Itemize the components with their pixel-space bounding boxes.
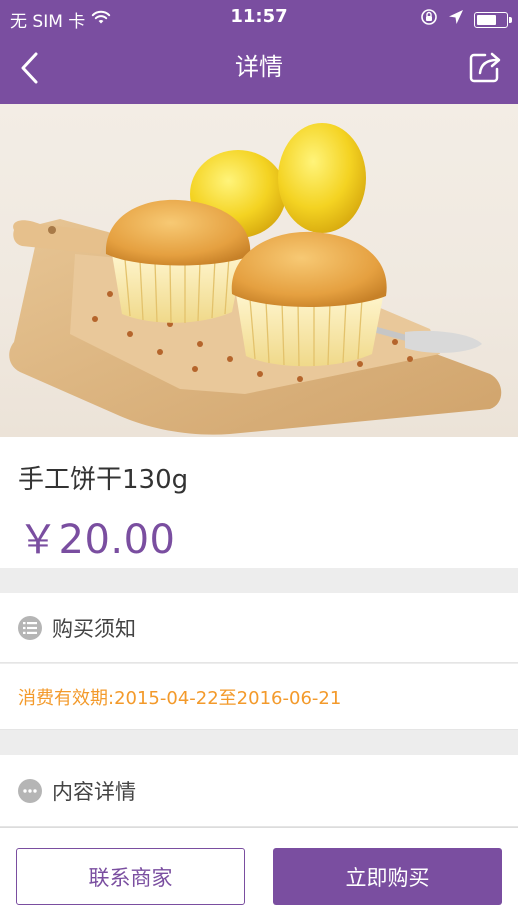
bottom-action-bar: 联系商家 立即购买 — [0, 827, 518, 920]
validity-row: 消费有效期:2015-04-22至2016-06-21 — [0, 664, 518, 730]
battery-icon — [474, 11, 512, 28]
content-details-label: 内容详情 — [52, 779, 136, 804]
product-info: 手工饼干130g ￥20.00 — [0, 437, 518, 568]
rotation-lock-icon — [420, 8, 438, 31]
validity-text: 消费有效期:2015-04-22至2016-06-21 — [18, 684, 341, 710]
list-icon — [18, 615, 42, 640]
status-right — [420, 8, 512, 31]
more-dots-icon — [18, 778, 42, 803]
content-details-header[interactable]: 内容详情 — [0, 755, 518, 827]
product-image — [0, 104, 518, 437]
purchase-notice-header[interactable]: 购买须知 — [0, 593, 518, 663]
page-title: 详情 — [235, 53, 283, 81]
header: 无 SIM 卡 11:57 详情 — [0, 0, 518, 104]
status-bar: 无 SIM 卡 11:57 — [0, 0, 518, 36]
validity-range: 2015-04-22至2016-06-21 — [114, 687, 342, 709]
share-icon — [469, 52, 501, 83]
contact-merchant-button[interactable]: 联系商家 — [16, 848, 245, 905]
location-arrow-icon — [448, 9, 464, 30]
purchase-notice-label: 购买须知 — [52, 616, 136, 641]
share-button[interactable] — [468, 48, 504, 86]
product-name: 手工饼干130g — [18, 465, 189, 495]
buy-now-button[interactable]: 立即购买 — [273, 848, 502, 905]
validity-label: 消费有效期: — [18, 687, 115, 709]
product-price: ￥20.00 — [18, 517, 176, 563]
